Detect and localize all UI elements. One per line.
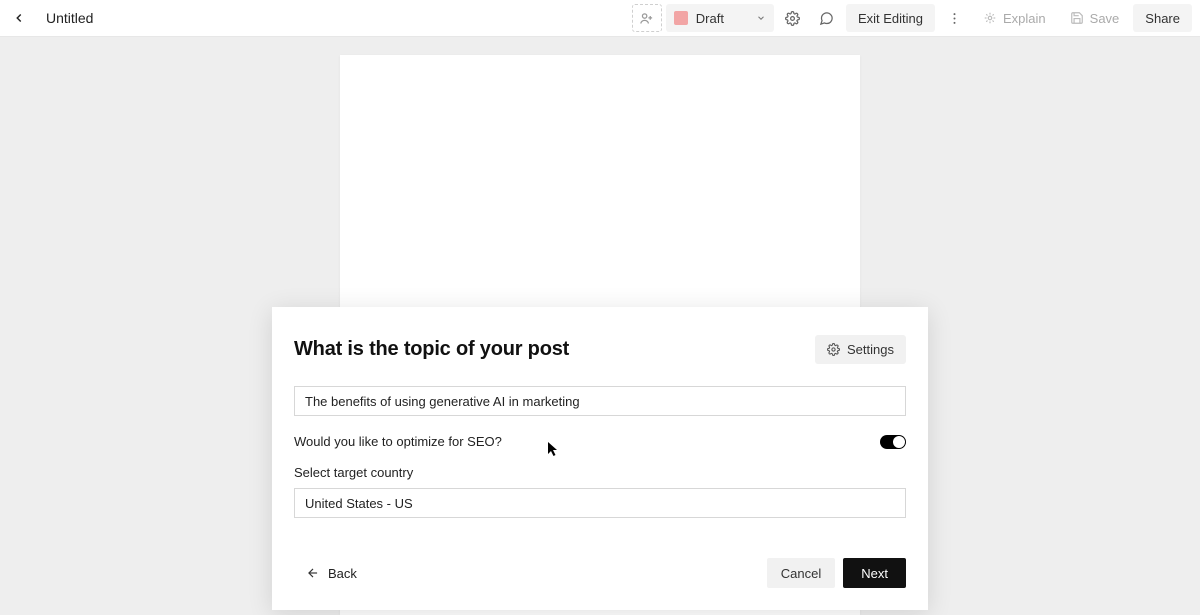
seo-row: Would you like to optimize for SEO? [294,434,906,449]
exit-editing-label: Exit Editing [858,11,923,26]
arrow-left-icon [306,566,320,580]
save-icon [1070,11,1084,25]
status-dropdown[interactable]: Draft [666,4,774,32]
save-button[interactable]: Save [1060,4,1130,32]
gear-icon [827,343,840,356]
chevron-left-icon [12,11,26,25]
page-title: Untitled [46,10,93,26]
cancel-button[interactable]: Cancel [767,558,835,588]
toggle-knob [893,436,905,448]
chevron-down-icon [756,13,766,23]
toolbar-left: Untitled [8,7,93,29]
seo-label: Would you like to optimize for SEO? [294,434,502,449]
cancel-label: Cancel [781,566,821,581]
explain-label: Explain [1003,11,1046,26]
back-link[interactable]: Back [294,566,357,581]
settings-icon-button[interactable] [778,4,808,32]
seo-toggle[interactable] [880,435,906,449]
status-swatch [674,11,688,25]
status-label: Draft [696,11,724,26]
user-add-icon [639,11,654,26]
more-options-button[interactable] [939,4,969,32]
gear-icon [785,11,800,26]
modal-settings-label: Settings [847,342,894,357]
exit-editing-button[interactable]: Exit Editing [846,4,935,32]
toolbar-right: Draft Exit Editing Explain Save Share [632,4,1192,32]
explain-button[interactable]: Explain [973,4,1056,32]
next-label: Next [861,566,888,581]
comment-icon [819,11,834,26]
country-select[interactable]: United States - US [294,488,906,518]
add-collaborator-button[interactable] [632,4,662,32]
save-label: Save [1090,11,1120,26]
comment-icon-button[interactable] [812,4,842,32]
footer-right: Cancel Next [767,558,906,588]
country-value: United States - US [305,496,413,511]
share-label: Share [1145,11,1180,26]
modal-header: What is the topic of your post Settings [294,335,906,364]
topic-input[interactable] [294,386,906,416]
share-button[interactable]: Share [1133,4,1192,32]
modal-settings-button[interactable]: Settings [815,335,906,364]
sparkle-icon [983,11,997,25]
more-vertical-icon [947,11,962,26]
toolbar: Untitled Draft Exit Editing Explain Sav [0,0,1200,37]
back-button[interactable] [8,7,30,29]
topic-modal: What is the topic of your post Settings … [272,307,928,610]
modal-footer: Back Cancel Next [294,558,906,588]
modal-title: What is the topic of your post [294,338,569,361]
country-label: Select target country [294,465,906,480]
back-label: Back [328,566,357,581]
next-button[interactable]: Next [843,558,906,588]
